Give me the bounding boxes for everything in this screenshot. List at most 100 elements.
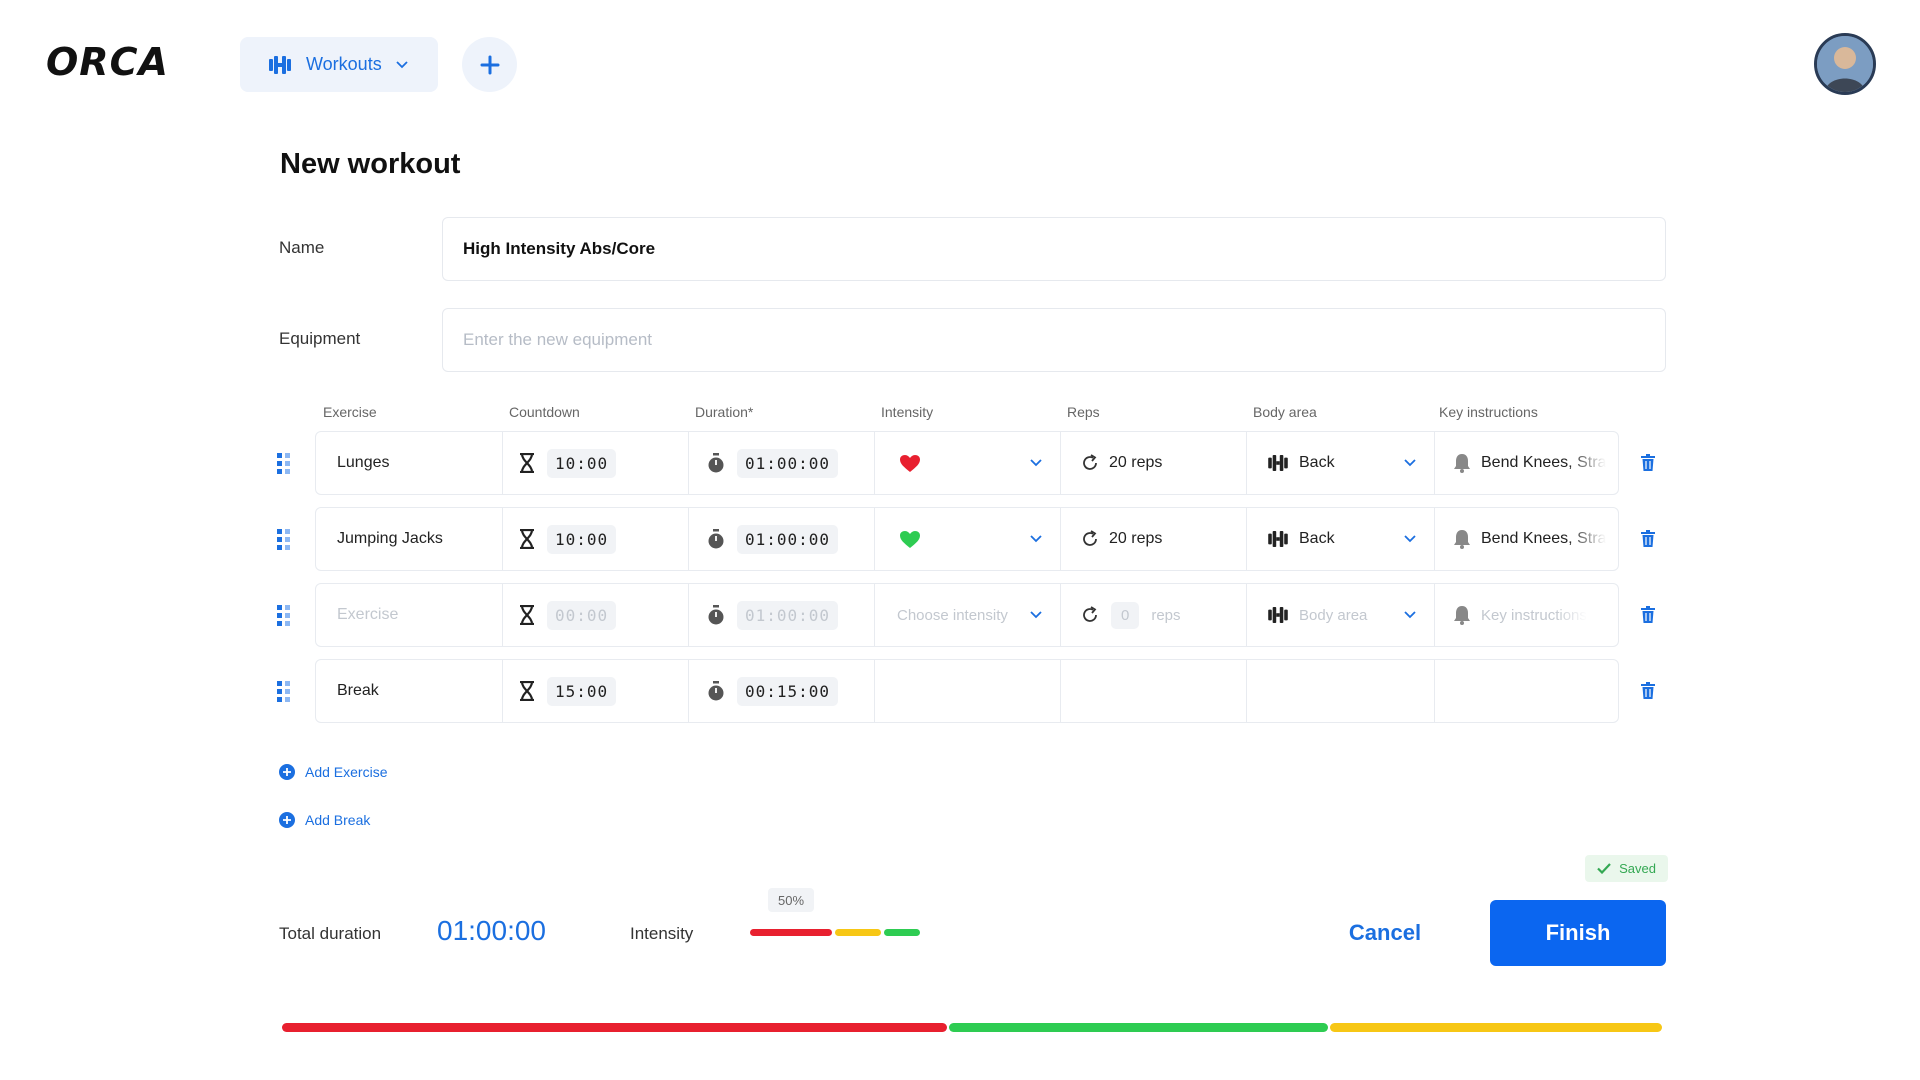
hourglass-icon <box>520 605 534 625</box>
exercise-cell[interactable]: Exercise <box>337 584 502 646</box>
reps-value: 20 reps <box>1109 454 1163 471</box>
duration-value: 01:00:00 <box>737 600 839 630</box>
chevron-down-icon <box>396 60 408 68</box>
heart-icon <box>900 454 920 472</box>
plus-icon <box>480 55 499 74</box>
col-header-reps: Reps <box>1067 404 1100 420</box>
check-icon <box>1597 863 1611 874</box>
key-instructions-cell[interactable]: Bend Knees, Stra <box>1434 432 1620 494</box>
col-header-exercise: Exercise <box>323 404 377 420</box>
drag-handle-icon[interactable] <box>276 680 292 702</box>
intensity-mix-segment <box>750 929 832 936</box>
add-exercise-button[interactable]: Add Exercise <box>279 764 387 780</box>
duration-cell[interactable]: 01:00:00 <box>688 432 874 494</box>
key-instructions-value: Bend Knees, Stra <box>1481 454 1607 471</box>
countdown-cell[interactable]: 10:00 <box>502 432 688 494</box>
key-instructions-placeholder: Key instructions <box>1481 606 1587 624</box>
reps-input[interactable]: 0 <box>1111 601 1140 629</box>
hourglass-icon <box>520 529 534 549</box>
exercise-cell[interactable]: Jumping Jacks <box>337 508 502 570</box>
drag-handle-icon[interactable] <box>276 452 292 474</box>
total-duration-value: 01:00:00 <box>437 915 546 946</box>
reps-unit: reps <box>1151 606 1181 624</box>
intensity-mix-segment <box>883 929 920 936</box>
countdown-cell[interactable]: 00:00 <box>502 584 688 646</box>
trash-icon[interactable] <box>1640 454 1656 472</box>
chevron-down-icon <box>1404 459 1416 467</box>
hourglass-icon <box>520 681 534 701</box>
body-area-select[interactable]: Body area <box>1246 584 1434 646</box>
chevron-down-icon <box>1404 611 1416 619</box>
duration-value: 01:00:00 <box>737 524 839 554</box>
intensity-percent-badge: 50% <box>768 888 814 912</box>
workouts-label: Workouts <box>306 54 382 74</box>
repeat-icon <box>1083 530 1097 546</box>
equipment-label: Equipment <box>279 329 361 348</box>
reps-cell[interactable]: 0 reps <box>1060 584 1246 646</box>
table-row: Break 15:00 00:15:00 <box>315 659 1619 723</box>
drag-handle-icon[interactable] <box>276 528 292 550</box>
trash-icon[interactable] <box>1640 606 1656 624</box>
body-area-select[interactable]: Back <box>1246 432 1434 494</box>
repeat-icon <box>1083 454 1097 470</box>
body-area-value: Back <box>1299 454 1335 471</box>
key-instructions-cell[interactable]: Key instructions <box>1434 584 1620 646</box>
countdown-cell[interactable]: 15:00 <box>502 660 688 722</box>
duration-cell[interactable]: 00:15:00 <box>688 660 874 722</box>
intensity-select[interactable]: Choose intensity <box>874 584 1060 646</box>
name-field-box <box>442 217 1666 281</box>
exercise-cell[interactable]: Break <box>337 660 502 722</box>
chevron-down-icon <box>1030 611 1042 619</box>
body-area-cell-empty <box>1246 660 1434 722</box>
drag-handle-icon[interactable] <box>276 604 292 626</box>
col-header-countdown: Countdown <box>509 404 580 420</box>
countdown-cell[interactable]: 10:00 <box>502 508 688 570</box>
trash-icon[interactable] <box>1640 682 1656 700</box>
bell-icon <box>1454 606 1470 625</box>
exercise-cell[interactable]: Lunges <box>337 432 502 494</box>
intensity-cell-empty <box>874 660 1060 722</box>
chevron-down-icon <box>1030 535 1042 543</box>
exercise-name: Jumping Jacks <box>337 530 443 547</box>
plus-circle-icon <box>279 812 295 828</box>
intensity-mix-bar <box>750 929 920 936</box>
name-input[interactable] <box>463 239 1665 259</box>
reps-cell[interactable]: 20 reps <box>1060 508 1246 570</box>
duration-value: 01:00:00 <box>737 448 839 478</box>
cancel-button[interactable]: Cancel <box>1335 900 1435 966</box>
add-break-label: Add Break <box>305 812 371 828</box>
user-avatar[interactable] <box>1814 33 1876 95</box>
duration-cell[interactable]: 01:00:00 <box>688 508 874 570</box>
finish-button[interactable]: Finish <box>1490 900 1666 966</box>
intensity-select[interactable] <box>874 508 1060 570</box>
stopwatch-icon <box>708 681 724 701</box>
exercise-name: Break <box>337 682 379 699</box>
timeline-segment <box>1330 1023 1662 1032</box>
intensity-select[interactable] <box>874 432 1060 494</box>
chevron-down-icon <box>1404 535 1416 543</box>
countdown-value: 15:00 <box>547 676 617 706</box>
table-row: Lunges 10:00 01:00:00 20 reps Back Bend … <box>315 431 1619 495</box>
workouts-dropdown[interactable]: Workouts <box>240 37 438 92</box>
key-instructions-cell[interactable]: Bend Knees, Stra <box>1434 508 1620 570</box>
name-label: Name <box>279 238 325 257</box>
equipment-input[interactable] <box>463 330 1665 350</box>
reps-cell-empty <box>1060 660 1246 722</box>
dumbbell-icon <box>1268 455 1288 471</box>
add-break-button[interactable]: Add Break <box>279 812 370 828</box>
duration-cell[interactable]: 01:00:00 <box>688 584 874 646</box>
hourglass-icon <box>520 453 534 473</box>
reps-cell[interactable]: 20 reps <box>1060 432 1246 494</box>
table-row: Exercise 00:00 01:00:00 Choose intensity… <box>315 583 1619 647</box>
intensity-label: Intensity <box>630 924 694 943</box>
saved-label: Saved <box>1619 861 1656 876</box>
stopwatch-icon <box>708 605 724 625</box>
add-exercise-label: Add Exercise <box>305 764 388 780</box>
countdown-value: 10:00 <box>547 448 617 478</box>
body-area-select[interactable]: Back <box>1246 508 1434 570</box>
add-workout-button[interactable] <box>462 37 517 92</box>
stopwatch-icon <box>708 529 724 549</box>
trash-icon[interactable] <box>1640 530 1656 548</box>
repeat-icon <box>1083 606 1097 622</box>
body-area-value: Back <box>1299 530 1335 547</box>
